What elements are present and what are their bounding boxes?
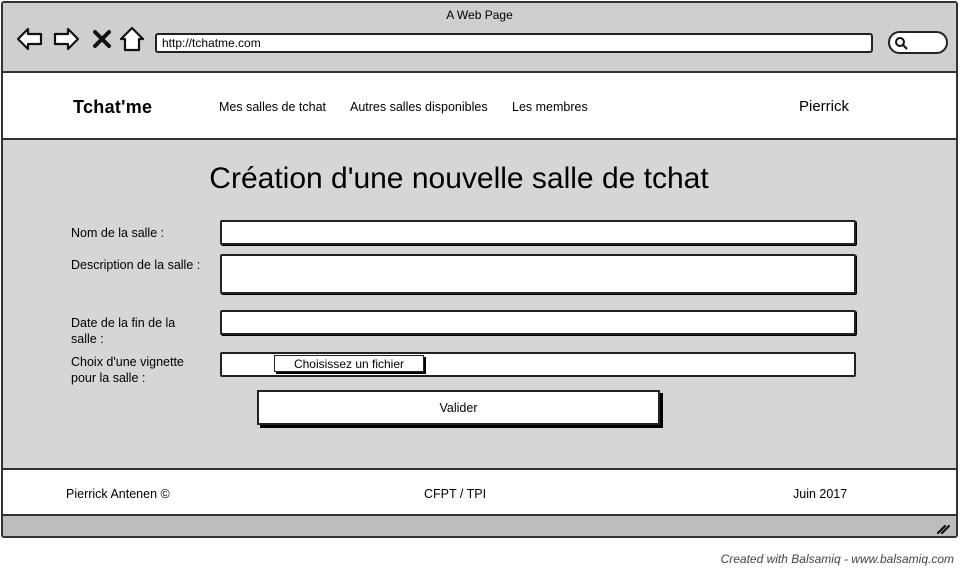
- arrow-left-icon: [16, 27, 43, 51]
- main-content: Création d'une nouvelle salle de tchat N…: [3, 140, 956, 468]
- user-menu[interactable]: Pierrick: [799, 98, 849, 115]
- footer-center: CFPT / TPI: [424, 487, 487, 501]
- address-bar[interactable]: http://tchatme.com: [155, 33, 873, 53]
- browser-window: A Web Page http://tchatme.com Tchat'me M…: [1, 1, 958, 538]
- thumbnail-label-line2: pour la salle :: [71, 371, 146, 385]
- page-title: Création d'une nouvelle salle de tchat: [209, 162, 709, 195]
- footer-date: Juin 2017: [793, 487, 848, 501]
- home-button[interactable]: [117, 25, 147, 53]
- nav-link-other-rooms[interactable]: Autres salles disponibles: [350, 100, 488, 114]
- search-icon: [895, 37, 908, 50]
- footer-author: Pierrick Antenen ©: [66, 487, 170, 501]
- end-date-input[interactable]: [220, 310, 856, 335]
- stop-button[interactable]: [87, 25, 117, 53]
- close-icon: [93, 30, 111, 48]
- room-name-input[interactable]: [220, 220, 856, 245]
- end-date-label-line2: salle :: [71, 332, 104, 346]
- forward-button[interactable]: [51, 25, 81, 53]
- home-icon: [119, 26, 145, 52]
- browser-search[interactable]: [888, 31, 948, 54]
- nav-link-my-rooms[interactable]: Mes salles de tchat: [219, 100, 326, 114]
- status-bar: [3, 516, 956, 536]
- back-button[interactable]: [15, 25, 45, 53]
- end-date-label-line1: Date de la fin de la: [71, 316, 176, 330]
- submit-button[interactable]: Valider: [257, 390, 660, 425]
- nav-link-members[interactable]: Les membres: [512, 100, 588, 114]
- choose-file-button[interactable]: Choisissez un fichier: [274, 355, 424, 372]
- site-footer: Pierrick Antenen © CFPT / TPI Juin 2017: [3, 468, 956, 516]
- thumbnail-file-field: Choisissez un fichier: [220, 352, 856, 377]
- balsamiq-watermark: Created with Balsamiq - www.balsamiq.com: [720, 552, 954, 566]
- thumbnail-label-line1: Choix d'une vignette: [71, 355, 184, 369]
- resize-grip-icon[interactable]: [936, 520, 950, 534]
- site-logo[interactable]: Tchat'me: [73, 97, 152, 118]
- arrow-right-icon: [53, 27, 80, 51]
- browser-toolbar: A Web Page http://tchatme.com: [3, 3, 956, 73]
- window-title: A Web Page: [446, 8, 513, 22]
- room-description-label: Description de la salle :: [71, 258, 201, 272]
- thumbnail-label: Choix d'une vignette pour la salle :: [71, 354, 184, 386]
- room-description-input[interactable]: [220, 254, 856, 294]
- end-date-label: Date de la fin de la salle :: [71, 315, 175, 347]
- site-header: Tchat'me Mes salles de tchat Autres sall…: [3, 73, 956, 140]
- room-name-label: Nom de la salle :: [71, 226, 165, 240]
